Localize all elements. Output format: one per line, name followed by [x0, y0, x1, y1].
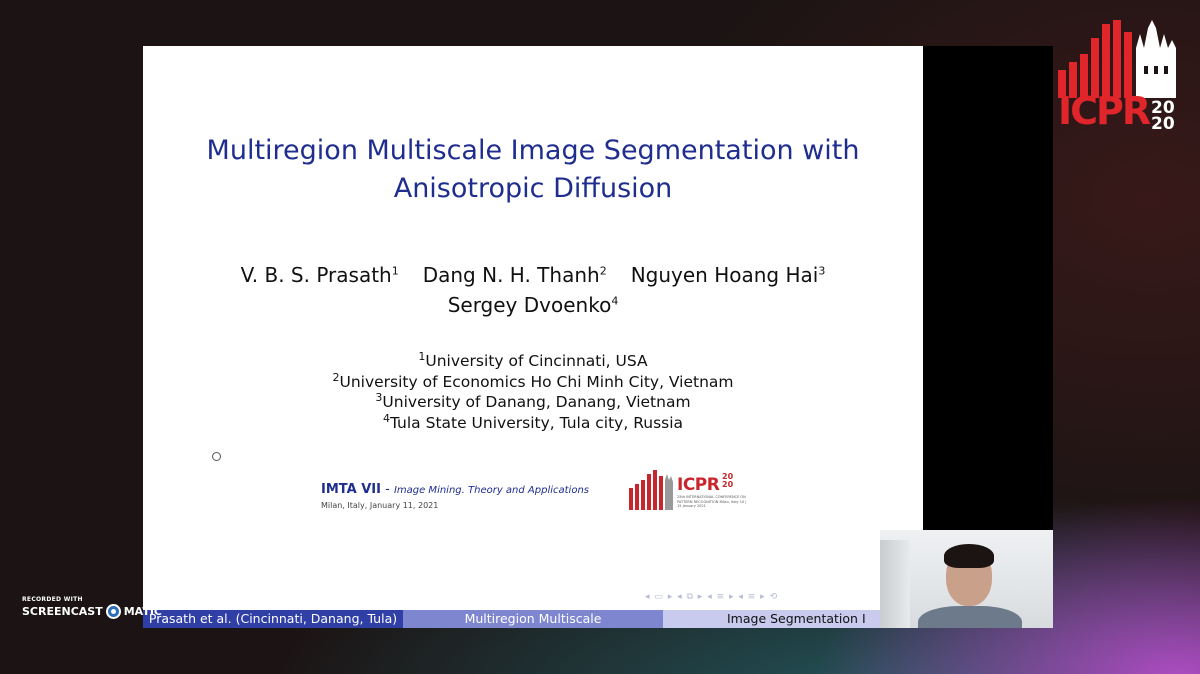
presentation-slide: Multiregion Multiscale Image Segmentatio… — [143, 46, 923, 628]
webcam-background — [880, 540, 910, 628]
beamer-navigation[interactable]: ◂ ▭ ▸ ◂ ⧉ ▸ ◂ ≡ ▸ ◂ ≡ ▸ ⟲ — [645, 592, 778, 602]
nav-subsection-icon[interactable]: ◂ ⧉ ▸ — [677, 592, 703, 602]
screencast-watermark: RECORDED WITH SCREENCAST MATIC — [22, 596, 162, 619]
webcam-feed — [880, 530, 1053, 628]
author-name: Sergey Dvoenko — [447, 293, 612, 317]
affiliation-text: Tula State University, Tula city, Russia — [389, 413, 684, 432]
affiliation-item: 2University of Economics Ho Chi Minh Cit… — [143, 371, 923, 393]
workshop-location-date: Milan, Italy, January 11, 2021 — [321, 501, 439, 510]
author-name: Nguyen Hoang Hai — [630, 263, 819, 287]
author-affil-mark: 3 — [818, 264, 826, 278]
screen-border — [923, 46, 1053, 530]
icpr-overlay-logo-year-bottom: 20 — [1151, 114, 1175, 134]
affiliation-number: 4 — [382, 411, 390, 425]
affiliation-item: 4Tula State University, Tula city, Russi… — [143, 411, 923, 434]
affiliation-item: 1University of Cincinnati, USA — [143, 351, 923, 372]
icpr-bars-icon — [629, 470, 673, 510]
author-list: V. B. S. Prasath1 Dang N. H. Thanh2 Nguyen… — [143, 260, 923, 320]
workshop-separator: - — [380, 482, 394, 497]
icpr-slide-logo: ICPR 20 20 25th INTERNATIONAL CONFERENCE… — [629, 470, 749, 514]
affiliation-item: 3University of Danang, Danang, Vietnam — [143, 392, 923, 413]
icpr-slide-logo-year-bottom: 20 — [722, 480, 734, 489]
workshop-name: IMTA VII — [321, 482, 381, 497]
author-affil-mark: 1 — [391, 264, 399, 278]
affiliation-list: 1University of Cincinnati, USA 2Universi… — [143, 351, 923, 433]
presenter-hair — [944, 544, 994, 568]
slide-title: Multiregion Multiscale Image Segmentatio… — [143, 132, 923, 208]
author-affil-mark: 2 — [599, 264, 607, 278]
slide-footer: Prasath et al. (Cincinnati, Danang, Tula… — [143, 610, 923, 628]
presenter-body — [918, 606, 1022, 628]
author-name: Dang N. H. Thanh — [422, 263, 600, 287]
slide-title-line-1: Multiregion Multiscale Image Segmentatio… — [206, 135, 860, 166]
nav-search-icon[interactable]: ⟲ — [770, 592, 779, 602]
affiliation-text: University of Danang, Danang, Vietnam — [382, 393, 691, 411]
slide-title-line-2: Anisotropic Diffusion — [393, 173, 673, 204]
icpr-skyline-icon — [1058, 20, 1176, 98]
nav-section-icon[interactable]: ◂ ≡ ▸ — [707, 592, 734, 602]
affiliation-text: University of Cincinnati, USA — [425, 352, 648, 370]
nav-document-icon[interactable]: ◂ ≡ ▸ — [738, 592, 765, 602]
icpr-overlay-logo: ICPR 20 20 — [1058, 18, 1180, 134]
icpr-slide-logo-caption: 25th INTERNATIONAL CONFERENCE ON PATTERN… — [677, 495, 747, 508]
screencast-logo-icon — [105, 604, 121, 619]
workshop-subtitle: Image Mining. Theory and Applications — [393, 485, 590, 496]
icpr-slide-logo-text: ICPR — [677, 475, 720, 495]
icpr-overlay-logo-year: 20 20 — [1151, 100, 1175, 134]
author-name: V. B. S. Prasath — [240, 263, 392, 287]
screencast-recorded-with: RECORDED WITH — [22, 596, 83, 603]
screencast-right-text: MATIC — [123, 605, 162, 618]
icpr-slide-logo-year: 20 20 — [722, 473, 733, 489]
nav-frame-icon[interactable]: ◂ ▭ ▸ — [645, 592, 673, 602]
footer-authors: Prasath et al. (Cincinnati, Danang, Tula… — [143, 610, 403, 628]
workshop-info: IMTA VII - Image Mining. Theory and Appl… — [321, 482, 589, 510]
footer-short-title: Multiregion Multiscale — [403, 610, 663, 628]
icpr-overlay-logo-text: ICPR — [1058, 89, 1151, 133]
screencast-left-text: SCREENCAST — [22, 605, 103, 618]
author-affil-mark: 4 — [611, 294, 619, 308]
affiliation-text: University of Economics Ho Chi Minh City… — [339, 372, 734, 391]
busy-cursor-icon — [212, 452, 221, 461]
